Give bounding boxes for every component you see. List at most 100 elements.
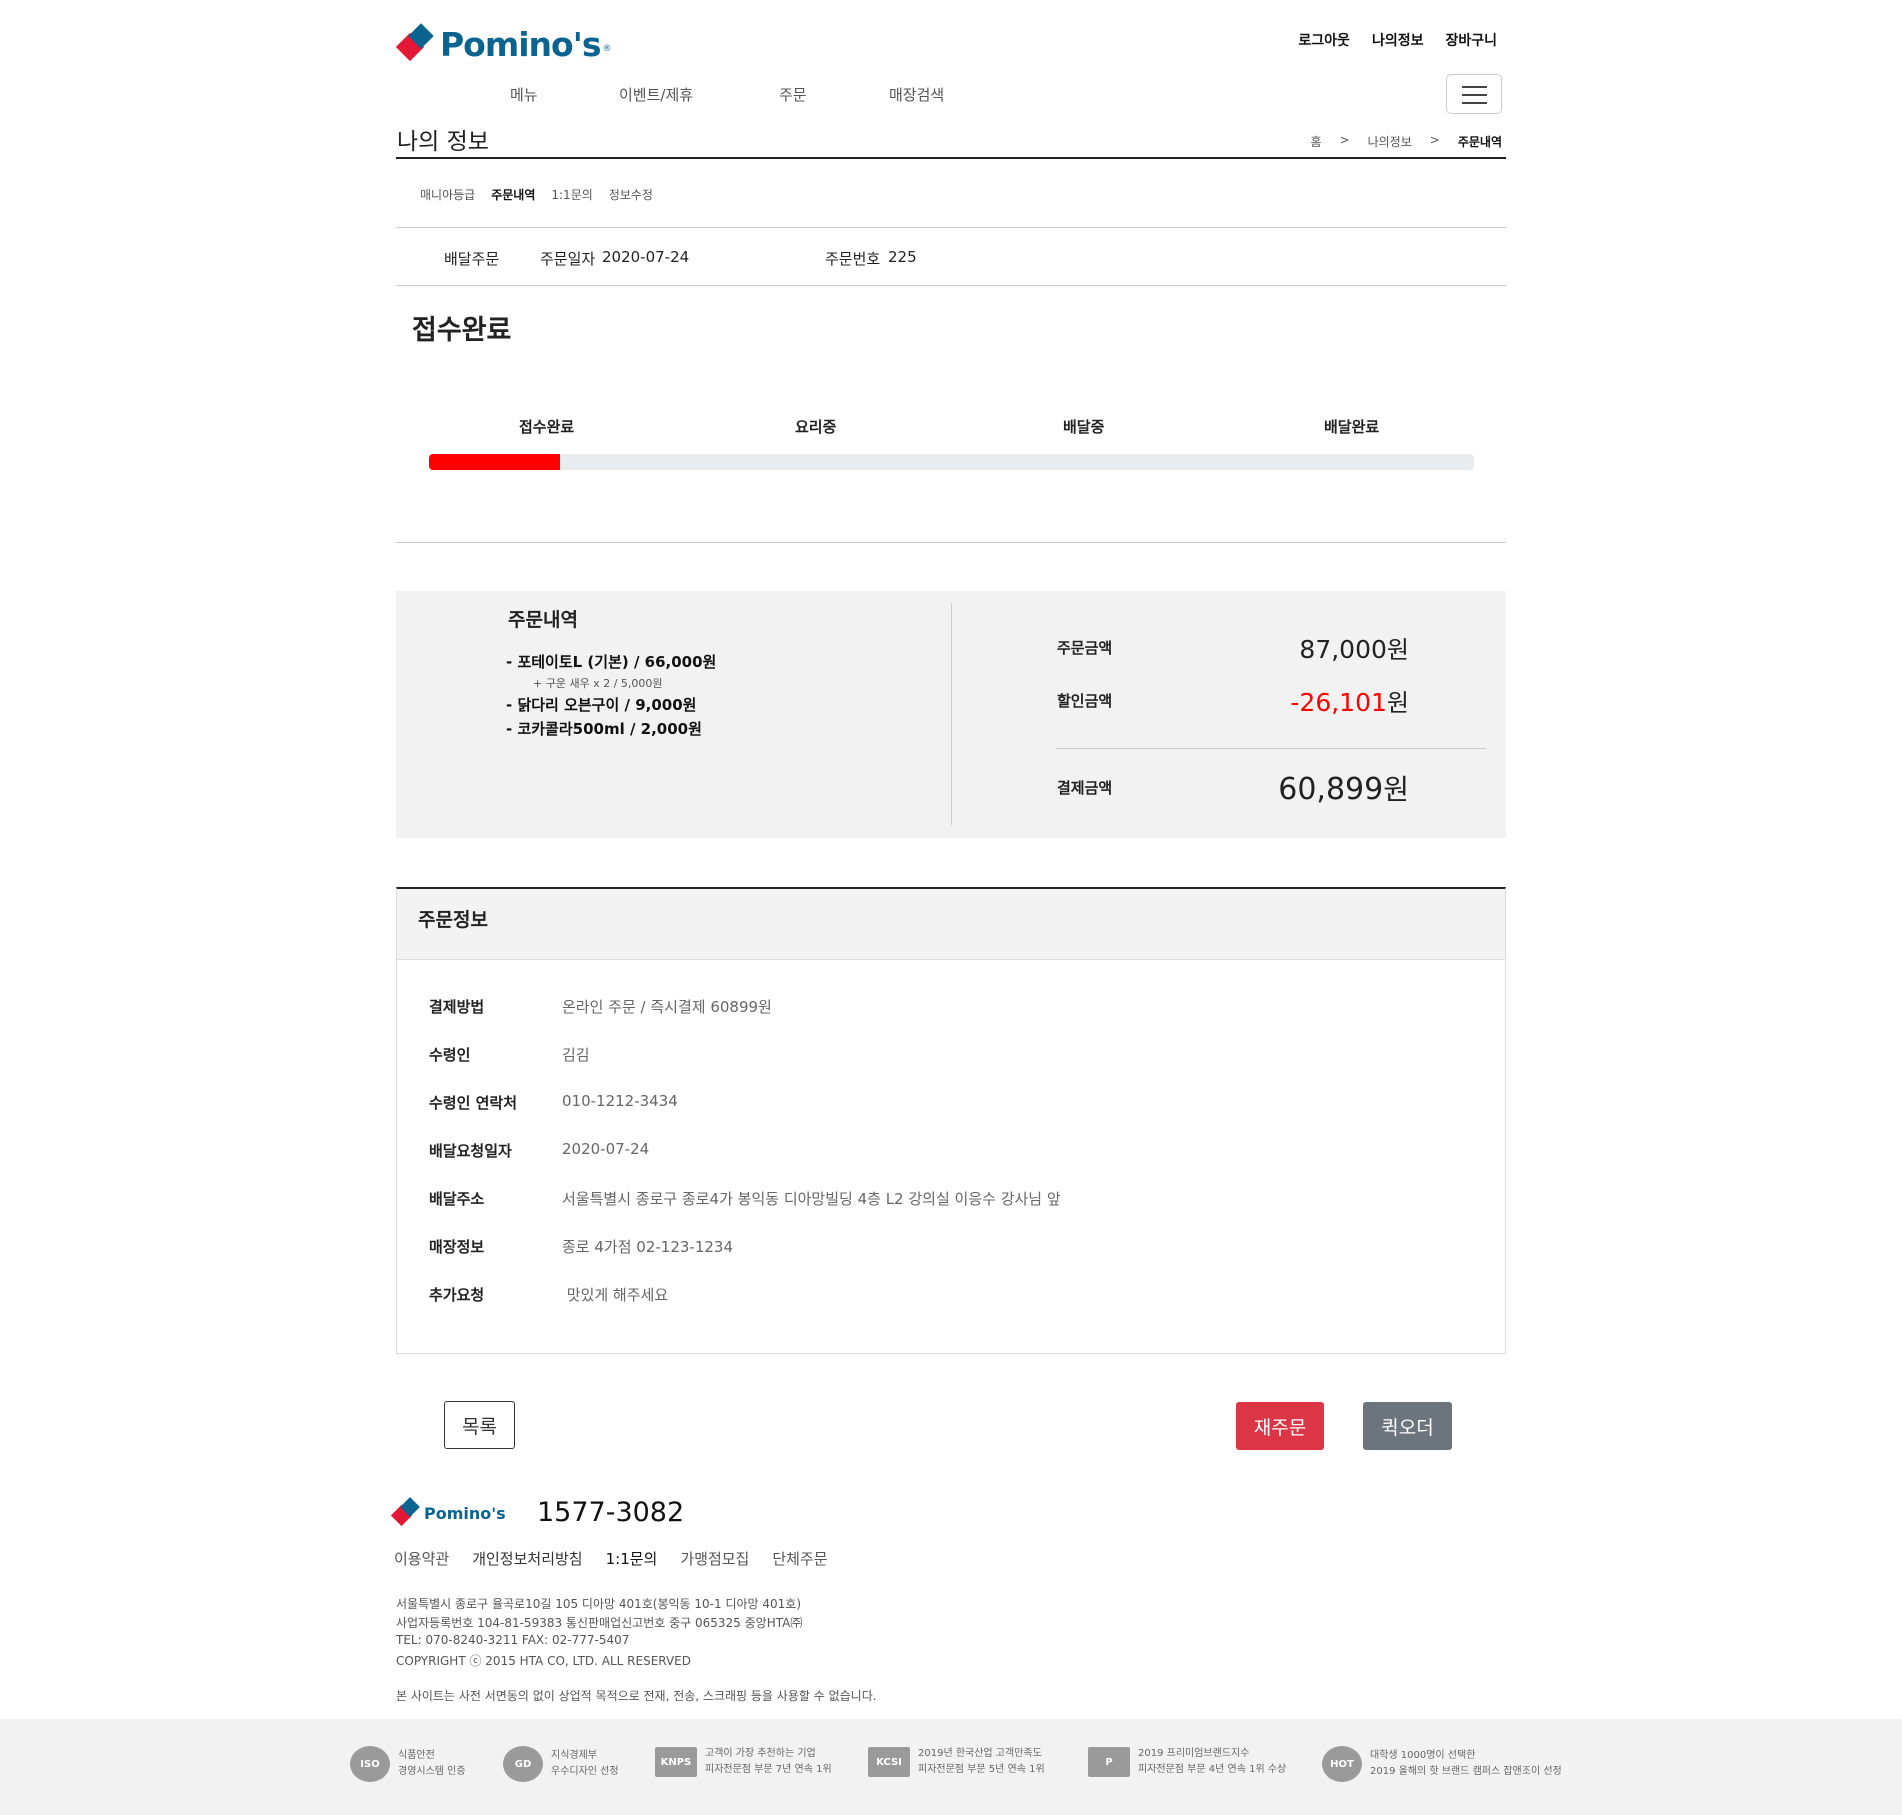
cart-link[interactable]: 장바구니 [1445, 30, 1497, 50]
recipient-phone-label: 수령인 연락처 [429, 1094, 518, 1112]
payment-amount: 60,899원 [1278, 768, 1409, 808]
breadcrumb: 홈 > 나의정보 > 주문내역 [1310, 133, 1502, 150]
footer-logo[interactable]: Pomino's [390, 1497, 506, 1527]
iso-icon: ISO [350, 1746, 390, 1782]
breadcrumb-separator: > [1339, 133, 1350, 147]
order-item: - 코카콜라500ml / 2,000원 [506, 720, 702, 738]
step-cooking: 요리중 [795, 418, 837, 436]
hamburger-menu-icon[interactable] [1446, 74, 1502, 114]
order-date-label: 주문일자 [540, 250, 596, 268]
order-items-title: 주문내역 [508, 609, 578, 631]
reorder-button[interactable]: 재주문 [1236, 1402, 1324, 1450]
inquiry-link[interactable]: 1:1문의 [606, 1548, 658, 1569]
cert-hot-brand: HOT 대학생 1000명이 선택한 2019 올해의 핫 브랜드 캠퍼스 잡앤조… [1322, 1746, 1562, 1782]
footer-business-no: 사업자등록번호 104-81-59383 통신판매업신고번호 중구 065325… [396, 1616, 803, 1630]
footer-copyright: COPYRIGHT ⓒ 2015 HTA CO, LTD. ALL RESERV… [396, 1654, 691, 1668]
delivery-address-label: 배달주소 [429, 1190, 485, 1208]
quick-order-button[interactable]: 퀵오더 [1363, 1402, 1452, 1450]
sub-tabs: 매니아등급 주문내역 1:1문의 정보수정 [420, 186, 653, 203]
footer-address: 서울특별시 종로구 율곡로10길 105 디아망 401호(봉익동 10-1 디… [396, 1597, 802, 1611]
payment-method-label: 결제방법 [429, 998, 485, 1016]
order-number: 225 [888, 248, 917, 266]
payment-amount-label: 결제금액 [1057, 779, 1113, 797]
cert-line: 피자전문점 부문 5년 연속 1위 [918, 1764, 1045, 1775]
tab-edit-info[interactable]: 정보수정 [609, 186, 653, 203]
payment-method-value: 온라인 주문 / 즉시결제 60899원 [562, 998, 772, 1016]
summary-divider [951, 603, 952, 825]
won-unit: 원 [1386, 689, 1409, 717]
tab-inquiry[interactable]: 1:1문의 [551, 186, 592, 203]
cert-knps: KNPS 고객이 가장 추천하는 기업 피자전문점 부문 7년 연속 1위 [655, 1746, 832, 1778]
order-item: - 닭다리 오븐구이 / 9,000원 [506, 696, 697, 714]
footer-phone: 1577-3082 [537, 1497, 685, 1528]
cert-line: 2019년 한국산업 고객만족도 [918, 1748, 1042, 1759]
logo-mark-icon [395, 23, 434, 62]
logout-link[interactable]: 로그아웃 [1298, 30, 1350, 50]
good-design-icon: GD [503, 1746, 543, 1782]
hot-brand-icon: HOT [1322, 1746, 1362, 1782]
delivery-date-value: 2020-07-24 [562, 1140, 650, 1158]
recipient-value: 김김 [562, 1046, 590, 1064]
cert-line: 2019 프리미엄브랜드지수 [1138, 1748, 1250, 1759]
delivery-address-value: 서울특별시 종로구 종로4가 봉익동 디아망빌딩 4층 L2 강의실 이응수 강… [562, 1190, 1061, 1208]
cert-premium-brand: P 2019 프리미엄브랜드지수피자전문점 부문 4년 연속 1위 수상 [1088, 1746, 1286, 1778]
order-item: - 포테이토L (기본) / 66,000원 [506, 653, 717, 671]
divider [396, 542, 1506, 543]
discount-amount-label: 할인금액 [1057, 692, 1113, 710]
discount-amount-value: -26,101 [1290, 688, 1387, 717]
step-delivered: 배달완료 [1324, 418, 1380, 436]
won-unit: 원 [1386, 636, 1409, 664]
nav-store-search[interactable]: 매장검색 [889, 84, 944, 105]
extra-request-label: 추가요청 [429, 1286, 485, 1304]
cert-line: 경영시스템 인증 [398, 1766, 466, 1777]
nav-menu[interactable]: 메뉴 [510, 84, 538, 105]
store-info-value: 종로 4가점 02-123-1234 [562, 1238, 733, 1256]
brand-logo[interactable]: Pomino's ® [395, 22, 612, 66]
nav-events[interactable]: 이벤트/제휴 [619, 84, 693, 105]
logo-mark-icon [390, 1497, 420, 1527]
page-title: 나의 정보 [397, 129, 489, 155]
group-order-link[interactable]: 단체주문 [772, 1548, 827, 1569]
nav-order[interactable]: 주문 [779, 84, 807, 105]
title-divider [396, 157, 1506, 159]
order-date: 2020-07-24 [602, 248, 690, 266]
order-type: 배달주문 [444, 250, 500, 268]
discount-amount: -26,101원 [1290, 683, 1409, 718]
divider [396, 227, 1506, 228]
breadcrumb-separator: > [1429, 133, 1440, 147]
footer-notice: 본 사이트는 사전 서면동의 없이 상업적 목적으로 전재, 전송, 스크래핑 … [396, 1689, 877, 1703]
breadcrumb-home[interactable]: 홈 [1310, 133, 1321, 150]
extra-request-value: 맛있게 해주세요 [562, 1286, 669, 1304]
breadcrumb-my-info[interactable]: 나의정보 [1368, 133, 1412, 150]
terms-link[interactable]: 이용약관 [394, 1548, 449, 1569]
cert-kcsi: KCSI 2019년 한국산업 고객만족도 피자전문점 부문 5년 연속 1위 [868, 1746, 1045, 1778]
tab-mania-grade[interactable]: 매니아등급 [420, 186, 475, 203]
cert-line: 고객이 가장 추천하는 기업 [705, 1748, 816, 1759]
payment-amount-value: 60,899 [1278, 772, 1384, 807]
divider [396, 285, 1506, 286]
registered-mark: ® [602, 44, 612, 54]
recipient-phone-value: 010-1212-3434 [562, 1092, 678, 1110]
list-button[interactable]: 목록 [444, 1401, 515, 1449]
premium-brand-icon: P [1088, 1747, 1130, 1777]
order-number-label: 주문번호 [825, 250, 881, 268]
recipient-label: 수령인 [429, 1046, 471, 1064]
breadcrumb-current: 주문내역 [1457, 135, 1502, 149]
won-unit: 원 [1383, 773, 1409, 806]
footer-links: 이용약관 개인정보처리방침 1:1문의 가맹점모집 단체주문 [394, 1548, 828, 1569]
footer-brand-name: Pomino's [424, 1503, 506, 1523]
privacy-link[interactable]: 개인정보처리방침 [472, 1548, 582, 1569]
cert-iso: ISO 식품안전 경영시스템 인증 [350, 1746, 466, 1782]
my-info-link[interactable]: 나의정보 [1372, 30, 1424, 50]
cert-good-design: GD 지식경제부우수디자인 선정 [503, 1746, 619, 1782]
cert-line: 우수디자인 선정 [551, 1766, 619, 1777]
step-received: 접수완료 [519, 418, 575, 436]
footer-contact: TEL: 070-8240-3211 FAX: 02-777-5407 [396, 1633, 630, 1647]
cert-line: 피자전문점 부문 4년 연속 1위 수상 [1138, 1764, 1287, 1775]
summary-divider [1056, 748, 1486, 749]
tab-order-history[interactable]: 주문내역 [491, 186, 535, 203]
order-progress-fill [429, 454, 560, 470]
brand-name: Pomino's [440, 24, 601, 64]
cert-line: 지식경제부 [551, 1750, 597, 1761]
franchise-link[interactable]: 가맹점모집 [680, 1548, 749, 1569]
